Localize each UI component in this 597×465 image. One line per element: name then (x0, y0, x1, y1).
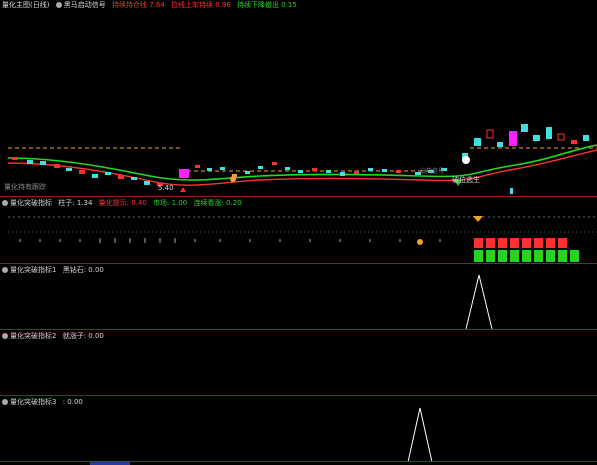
panel2-chart[interactable] (0, 263, 597, 329)
panel1-ticks (19, 238, 441, 243)
panel1-chart[interactable] (0, 197, 597, 263)
panel3-header: 量化突破指标2 就涨子: 0.00 (2, 331, 108, 341)
exit-label: 破位逃生 (452, 176, 480, 184)
smiley-icon (230, 176, 236, 182)
panel4-chart[interactable] (0, 396, 597, 462)
main-price-chart[interactable] (0, 0, 597, 196)
price-low-label: 5.40 (158, 184, 174, 192)
chart-window: 量化主图(日线) 黑马启动信号 持续持仓线 7.64 拉线上车持续 0.96 持… (0, 0, 597, 465)
candles-right (462, 124, 589, 159)
alert-icon (462, 156, 470, 164)
sell-signal-label: 出货信号 (420, 168, 445, 175)
gear-icon[interactable] (2, 333, 8, 339)
panel-separator (0, 329, 597, 330)
holding-label: 量化持有跟踪 (4, 183, 46, 191)
up-arrow-icon (180, 187, 186, 192)
panel1-bars (474, 238, 579, 262)
panel3-v1: 就涨子: 0.00 (62, 332, 104, 340)
panel3-title[interactable]: 量化突破指标2 (2, 332, 56, 340)
